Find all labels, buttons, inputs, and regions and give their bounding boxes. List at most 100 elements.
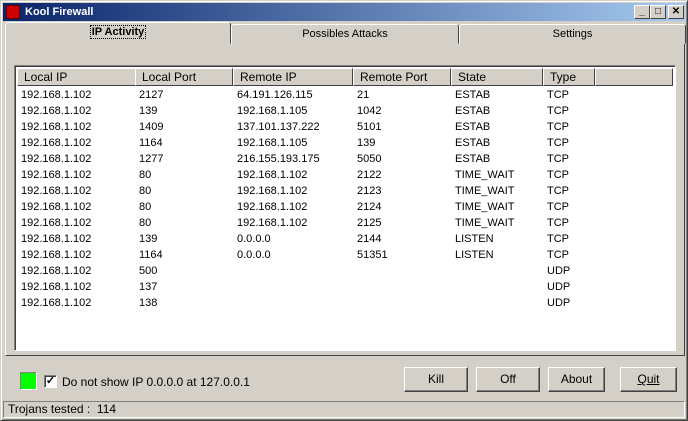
cell-type: UDP [547, 297, 571, 309]
cell-remote-ip: 216.155.193.175 [237, 153, 320, 165]
window-title: Kool Firewall [25, 6, 94, 18]
cell-remote-port: 2125 [357, 217, 382, 229]
cell-local-port: 80 [139, 217, 152, 229]
table-row[interactable]: 192.168.1.102 2127 64.191.126.115 21 ESTAB TC… [17, 87, 673, 103]
cell-remote-ip: 192.168.1.102 [237, 185, 308, 197]
column-header-local-ip[interactable]: Local IP [17, 68, 137, 86]
cell-local-port: 500 [139, 265, 158, 277]
cell-state: TIME_WAIT [455, 217, 515, 229]
about-button[interactable]: About [548, 367, 605, 392]
quit-button[interactable]: Quit [620, 367, 677, 392]
column-header-remote-ip[interactable]: Remote IP [233, 68, 353, 86]
table-row[interactable]: 192.168.1.102 1164 192.168.1.105 139 ESTAB TC… [17, 135, 673, 151]
table-row[interactable]: 192.168.1.102 137 UDP [17, 279, 673, 295]
cell-local-port: 80 [139, 169, 152, 181]
cell-local-ip: 192.168.1.102 [21, 185, 92, 197]
cell-state: TIME_WAIT [455, 185, 515, 197]
cell-state: ESTAB [455, 105, 491, 117]
cell-remote-ip: 0.0.0.0 [237, 249, 271, 261]
cell-type: TCP [547, 249, 569, 261]
cell-local-port: 80 [139, 201, 152, 213]
cell-remote-ip: 192.168.1.105 [237, 137, 308, 149]
cell-state: TIME_WAIT [455, 169, 515, 181]
table-row[interactable]: 192.168.1.102 500 UDP [17, 263, 673, 279]
cell-local-ip: 192.168.1.102 [21, 169, 92, 181]
cell-remote-port: 51351 [357, 249, 388, 261]
cell-local-ip: 192.168.1.102 [21, 121, 92, 133]
cell-type: UDP [547, 265, 571, 277]
cell-remote-ip: 0.0.0.0 [237, 233, 271, 245]
cell-local-ip: 192.168.1.102 [21, 201, 92, 213]
cell-type: TCP [547, 105, 569, 117]
column-header-state[interactable]: State [451, 68, 543, 86]
cell-state: ESTAB [455, 89, 491, 101]
cell-remote-port: 2123 [357, 185, 382, 197]
tab-ip-activity[interactable]: IP Activity [5, 22, 231, 44]
cell-state: ESTAB [455, 153, 491, 165]
table-row[interactable]: 192.168.1.102 80 192.168.1.102 2124 TIME_WAI… [17, 199, 673, 215]
tab-settings[interactable]: Settings [459, 24, 686, 44]
minimize-button[interactable]: _ [634, 5, 650, 19]
cell-local-port: 1164 [139, 249, 163, 261]
column-header-empty [595, 68, 673, 86]
status-indicator [20, 372, 37, 390]
table-row[interactable]: 192.168.1.102 139 192.168.1.105 1042 ESTAB TC… [17, 103, 673, 119]
cell-local-port: 1164 [139, 137, 163, 149]
cell-local-port: 1409 [139, 121, 164, 133]
title-bar: Kool Firewall [3, 3, 685, 21]
cell-local-ip: 192.168.1.102 [21, 137, 92, 149]
column-header-remote-port[interactable]: Remote Port [353, 68, 451, 86]
cell-remote-port: 5050 [357, 153, 382, 165]
cell-local-ip: 192.168.1.102 [21, 233, 92, 245]
kill-button[interactable]: Kill [404, 367, 468, 392]
cell-remote-ip: 192.168.1.105 [237, 105, 308, 117]
table-row[interactable]: 192.168.1.102 138 UDP [17, 295, 673, 311]
cell-local-port: 137 [139, 281, 158, 293]
cell-local-port: 2127 [139, 89, 164, 101]
cell-local-ip: 192.168.1.102 [21, 265, 92, 277]
cell-local-port: 139 [139, 105, 158, 117]
table-row[interactable]: 192.168.1.102 1409 137.101.137.222 5101 ESTA… [17, 119, 673, 135]
cell-type: TCP [547, 137, 569, 149]
cell-remote-ip: 192.168.1.102 [237, 217, 308, 229]
cell-state: ESTAB [455, 137, 491, 149]
cell-state: ESTAB [455, 121, 491, 133]
trojans-tested-text: Trojans tested : 114 [8, 402, 117, 416]
column-header-type[interactable]: Type [543, 68, 595, 86]
cell-local-port: 1277 [139, 153, 164, 165]
close-button[interactable]: ✕ [668, 5, 684, 19]
table-row[interactable]: 192.168.1.102 80 192.168.1.102 2123 TIME_WAI… [17, 183, 673, 199]
cell-type: TCP [547, 201, 569, 213]
connections-list[interactable]: Local IP Local Port Remote IP Remote Por… [14, 65, 676, 351]
cell-local-ip: 192.168.1.102 [21, 153, 92, 165]
hide-ip-checkbox-label: Do not show IP 0.0.0.0 at 127.0.0.1 [62, 375, 250, 389]
cell-local-ip: 192.168.1.102 [21, 249, 92, 261]
hide-ip-checkbox[interactable]: ✓ [44, 375, 57, 388]
table-row[interactable]: 192.168.1.102 80 192.168.1.102 2125 TIME_WAI… [17, 215, 673, 231]
table-row[interactable]: 192.168.1.102 1164 0.0.0.0 51351 LISTEN TCP [17, 247, 673, 263]
column-header-local-port[interactable]: Local Port [135, 68, 233, 86]
cell-type: TCP [547, 169, 569, 181]
cell-remote-ip: 64.191.126.115 [237, 89, 313, 101]
cell-remote-port: 139 [357, 137, 376, 149]
cell-type: TCP [547, 185, 569, 197]
cell-state: LISTEN [455, 249, 494, 261]
cell-remote-ip: 192.168.1.102 [237, 201, 308, 213]
table-row[interactable]: 192.168.1.102 139 0.0.0.0 2144 LISTEN TCP [17, 231, 673, 247]
cell-type: TCP [547, 89, 569, 101]
cell-local-ip: 192.168.1.102 [21, 89, 92, 101]
cell-remote-port: 5101 [357, 121, 382, 133]
table-row[interactable]: 192.168.1.102 80 192.168.1.102 2122 TIME_WAI… [17, 167, 673, 183]
tab-possibles-attacks[interactable]: Possibles Attacks [231, 24, 459, 44]
cell-type: TCP [547, 153, 569, 165]
cell-local-ip: 192.168.1.102 [21, 217, 92, 229]
maximize-button[interactable]: □ [650, 5, 666, 19]
table-row[interactable]: 192.168.1.102 1277 216.155.193.175 5050 ESTA… [17, 151, 673, 167]
cell-type: TCP [547, 217, 569, 229]
cell-remote-port: 1042 [357, 105, 382, 117]
cell-state: TIME_WAIT [455, 201, 515, 213]
app-icon [6, 5, 20, 19]
cell-local-port: 138 [139, 297, 158, 309]
cell-local-port: 139 [139, 233, 158, 245]
off-button[interactable]: Off [476, 367, 540, 392]
